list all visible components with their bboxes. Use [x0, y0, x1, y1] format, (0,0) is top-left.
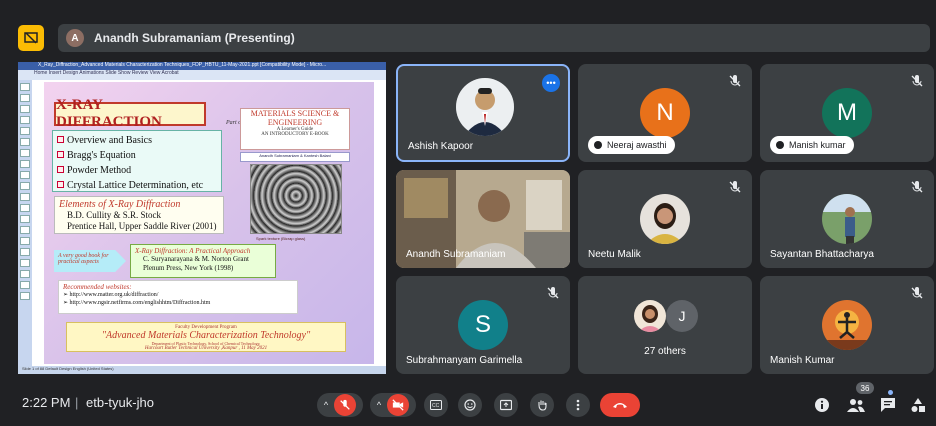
speaker-icon	[594, 141, 602, 149]
present-screen-icon[interactable]	[494, 393, 518, 417]
avatar	[822, 300, 872, 350]
chevron-up-icon: ^	[376, 400, 382, 410]
avatar	[456, 78, 514, 136]
participant-tile-sayantan[interactable]: Sayantan Bhattacharya	[760, 170, 934, 268]
recommended-websites: Recommended websites: ➢ http://www.matte…	[58, 280, 298, 314]
participant-tile-subrahmanyam[interactable]: S Subrahmanyam Garimella	[396, 276, 570, 374]
top-bar: A Anandh Subramaniam (Presenting)	[0, 0, 936, 52]
presenter-avatar: A	[66, 29, 84, 47]
chat-icon[interactable]	[878, 395, 898, 415]
participant-tile-neeraj[interactable]: N Neeraj awasthi	[578, 64, 752, 162]
ppt-window-title: X_Ray_Diffraction_Advanced Materials Cha…	[18, 62, 386, 70]
participant-name: Sayantan Bhattacharya	[770, 249, 874, 260]
raise-hand-icon[interactable]	[530, 393, 554, 417]
materials-science-box: MATERIALS SCIENCE & ENGINEERING A Learne…	[240, 108, 350, 150]
good-book-arrow: A very good book for practical aspects	[54, 250, 126, 272]
bullet-item: Powder Method	[57, 163, 217, 178]
mic-off-icon	[911, 287, 923, 299]
slide-canvas: X-RAY DIFFRACTION Overview and Basics Br…	[44, 82, 374, 364]
participant-name: Neetu Malik	[588, 249, 641, 260]
avatar: N	[640, 88, 690, 138]
avatar	[640, 194, 690, 244]
name-chip: Neeraj awasthi	[588, 136, 675, 154]
participant-name: Manish Kumar	[770, 355, 835, 366]
participant-name: Subrahmanyam Garimella	[406, 355, 523, 366]
micrograph-image	[250, 164, 342, 234]
participant-tile-neetu[interactable]: Neetu Malik	[578, 170, 752, 268]
present-icon[interactable]	[18, 25, 44, 51]
more-options-icon[interactable]: •••	[542, 74, 560, 92]
info-icon[interactable]	[812, 395, 832, 415]
avatar: M	[822, 88, 872, 138]
participant-name: Anandh Subramaniam	[406, 249, 506, 260]
separator: |	[75, 395, 79, 410]
people-count-badge: 36	[856, 382, 874, 394]
avatar: J	[666, 300, 698, 332]
bottom-bar: 2:22 PM | etb-tyuk-jho ^ ^ CC	[0, 382, 936, 426]
bullet-item: Bragg's Equation	[57, 148, 217, 163]
ppt-ribbon: Home Insert Design Animations Slide Show…	[18, 70, 386, 80]
chevron-up-icon: ^	[323, 400, 329, 410]
avatar: S	[458, 300, 508, 350]
slide-title: X-RAY DIFFRACTION	[54, 97, 206, 130]
participant-tile-others[interactable]: J 27 others	[578, 276, 752, 374]
participant-tile-ashish[interactable]: ••• Ashish Kapoor	[396, 64, 570, 162]
meeting-code: etb-tyuk-jho	[86, 395, 154, 410]
camera-control[interactable]: ^	[370, 393, 416, 417]
participant-tile-manish-kumar[interactable]: Manish Kumar	[760, 276, 934, 374]
participant-tile-manish-k[interactable]: M Manish kumar	[760, 64, 934, 162]
slide-bullets: Overview and Basics Bragg's Equation Pow…	[52, 130, 222, 192]
mic-off-icon	[547, 287, 559, 299]
presenter-label: Anandh Subramaniam (Presenting)	[94, 31, 295, 45]
others-count: 27 others	[644, 346, 686, 357]
micrograph-caption: Spark texture (Bicrap glass)	[256, 236, 306, 241]
name-chip: Manish kumar	[770, 136, 854, 154]
presenter-chip: A Anandh Subramaniam (Presenting)	[58, 24, 930, 52]
speaker-icon	[776, 141, 784, 149]
avatar	[634, 300, 666, 332]
mic-off-icon	[911, 181, 923, 193]
mic-control[interactable]: ^	[317, 393, 363, 417]
camera-off-icon[interactable]	[387, 394, 410, 416]
more-vert-icon[interactable]	[566, 393, 590, 417]
chat-notification-dot	[888, 390, 893, 395]
avatar	[822, 194, 872, 244]
bullet-item: Crystal Lattice Determination, etc	[57, 178, 217, 193]
bullet-item: Overview and Basics	[57, 133, 217, 148]
book-reference-2: X-Ray Diffraction: A Practical Approach …	[130, 244, 276, 278]
mic-off-icon	[729, 75, 741, 87]
shared-screen: X_Ray_Diffraction_Advanced Materials Cha…	[18, 62, 386, 374]
clock: 2:22 PM	[22, 395, 71, 410]
svg-text:CC: CC	[432, 403, 440, 409]
people-icon[interactable]	[846, 395, 866, 415]
participant-tile-anandh[interactable]: Anandh Subramaniam	[396, 170, 570, 268]
book-reference-1: Elements of X-Ray Diffraction B.D. Culli…	[54, 196, 224, 234]
activities-icon[interactable]	[908, 395, 928, 415]
mic-off-icon[interactable]	[334, 394, 357, 416]
end-call-icon[interactable]	[600, 393, 640, 417]
authors-label: Anandh Subramaniam & Kantesh Balani	[240, 152, 350, 162]
emoji-icon[interactable]	[458, 393, 482, 417]
participant-name: Ashish Kapoor	[408, 141, 474, 152]
captions-icon[interactable]: CC	[424, 393, 448, 417]
mic-off-icon	[729, 181, 741, 193]
fdp-banner: Faculty Development Program "Advanced Ma…	[66, 322, 346, 352]
ppt-slide-thumbnails	[18, 80, 32, 366]
ppt-status-bar: Slide 1 of 88 Default Design English (Un…	[18, 366, 386, 374]
mic-off-icon	[911, 75, 923, 87]
